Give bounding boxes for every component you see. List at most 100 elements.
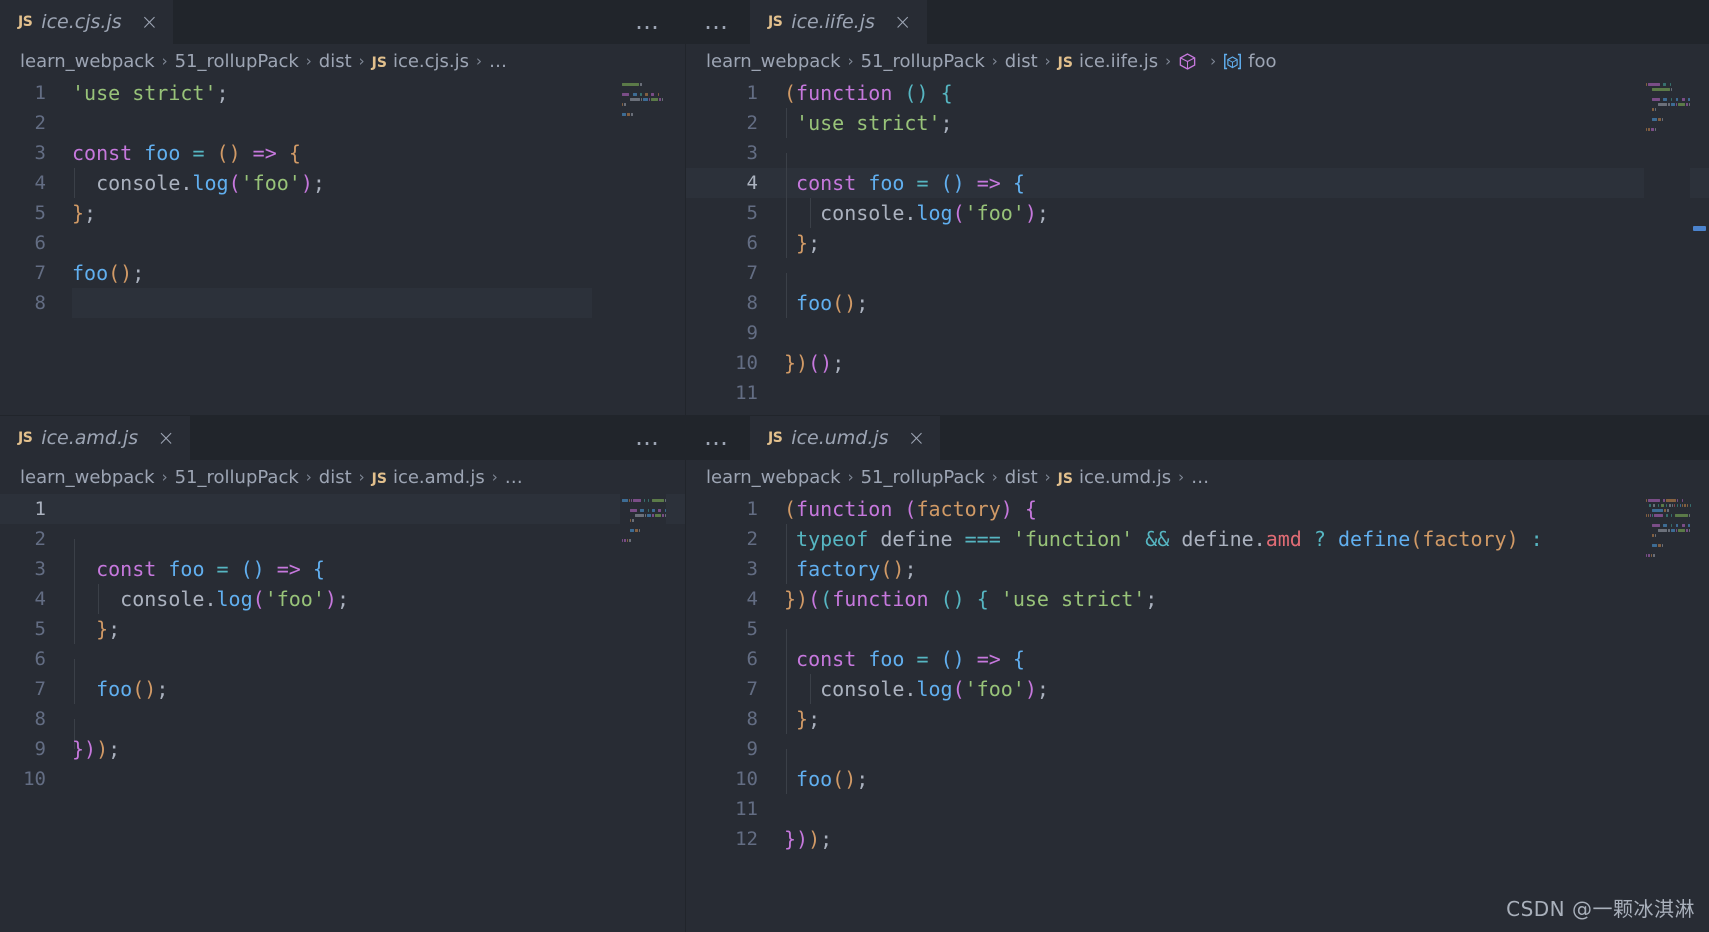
breadcrumb-item-folder[interactable]: 51_rollupPack <box>175 467 299 488</box>
editor-iife[interactable]: 1 (function () {2 'use strict'; 3 4 const f… <box>686 78 1709 415</box>
code-line[interactable]: 1 define((function () { 'use strict'; <box>0 494 685 524</box>
more-actions-icon[interactable]: … <box>686 0 750 44</box>
more-actions-icon[interactable]: … <box>686 416 750 460</box>
breadcrumb-item-more[interactable]: … <box>489 51 507 72</box>
code-line[interactable]: 2 <box>0 524 685 569</box>
code-line[interactable]: 8 <box>0 288 685 318</box>
code-token: ) <box>324 587 337 611</box>
code-line[interactable]: 6 <box>0 644 685 689</box>
code-line[interactable]: 5 }; <box>0 614 685 644</box>
vertical-scrollbar-cjs[interactable] <box>666 78 685 415</box>
line-number: 10 <box>735 768 758 790</box>
code-line[interactable]: 10 <box>0 764 685 794</box>
code-line[interactable]: 10 foo(); <box>686 764 1709 794</box>
breadcrumb-iife: learn_webpack › 51_rollupPack › dist › JS ice.i… <box>686 44 1709 78</box>
code-token: ; <box>820 827 833 851</box>
breadcrumb-item-folder[interactable]: learn_webpack <box>706 467 841 488</box>
breadcrumb-item-folder[interactable]: learn_webpack <box>706 51 841 72</box>
code-line[interactable]: 4 const foo = () => { <box>686 168 1709 198</box>
code-line[interactable]: 2 'use strict'; <box>686 108 1709 138</box>
code-line[interactable]: 7 console.log('foo'); <box>686 674 1709 704</box>
vertical-scrollbar-iife[interactable] <box>1690 78 1709 415</box>
breadcrumb-separator: › <box>991 468 998 486</box>
breadcrumb-item-folder[interactable]: dist <box>319 467 352 488</box>
code-token: console <box>96 171 181 195</box>
code-line[interactable]: 1 (function () { <box>686 78 1709 108</box>
tab-umd[interactable]: JS ice.umd.js × <box>750 416 941 460</box>
code-line[interactable]: 4 console.log('foo'); <box>0 168 685 198</box>
line-number: 3 <box>34 558 46 580</box>
code-line[interactable]: 7 foo(); <box>0 258 685 288</box>
breadcrumb-item-folder[interactable]: learn_webpack <box>20 467 155 488</box>
code-area: 1 (function (factory) {2 typeof define ==… <box>686 494 1709 854</box>
code-line[interactable]: 4})((function () { 'use strict'; <box>686 584 1709 614</box>
code-line[interactable]: 1 (function (factory) { <box>686 494 1709 524</box>
code-line[interactable]: 9})); <box>0 734 685 764</box>
code-line[interactable]: 2 typeof define === 'function' && define… <box>686 524 1709 554</box>
code-token: ) <box>796 587 809 611</box>
code-token: { <box>940 81 953 105</box>
code-line[interactable]: 7 foo(); <box>0 674 685 704</box>
code-line[interactable]: 11 <box>686 378 1709 408</box>
code-line[interactable]: 10})(); <box>686 348 1709 378</box>
breadcrumb-item-folder[interactable]: dist <box>1005 467 1038 488</box>
editor-cjs[interactable]: 1'use strict'; 2 3 const foo = () => {4 con… <box>0 78 685 415</box>
breadcrumb-item-folder[interactable]: 51_rollupPack <box>175 51 299 72</box>
tab-iife[interactable]: JS ice.iife.js × <box>750 0 927 44</box>
code-line[interactable]: 5 <box>686 614 1709 659</box>
tab-cjs[interactable]: JS ice.cjs.js × <box>0 0 174 44</box>
more-actions-icon[interactable]: … <box>635 416 685 460</box>
code-line[interactable]: 4 console.log('foo'); <box>0 584 685 614</box>
code-token: ) <box>96 737 109 761</box>
breadcrumb-label: learn_webpack <box>706 466 841 488</box>
code-line[interactable]: 9 <box>686 318 1709 348</box>
code-line[interactable]: 8 }; <box>686 704 1709 734</box>
breadcrumb-item-folder[interactable]: dist <box>1005 51 1038 72</box>
code-line[interactable]: 1 'use strict'; <box>0 78 685 108</box>
code-line[interactable]: 8 <box>0 704 685 749</box>
code-line[interactable]: 7 <box>686 258 1709 303</box>
close-icon[interactable]: × <box>141 11 159 33</box>
breadcrumb-item-file[interactable]: JS ice.umd.js <box>1058 467 1171 488</box>
close-icon[interactable]: × <box>894 11 912 33</box>
line-content: })((function () { 'use strict'; <box>784 584 1157 614</box>
code-line[interactable]: 3 factory(); <box>686 554 1709 584</box>
code-line[interactable]: 12})); <box>686 824 1709 854</box>
more-actions-icon[interactable]: … <box>635 0 685 44</box>
close-icon[interactable]: × <box>908 427 926 449</box>
code-line[interactable]: 6 }; <box>686 228 1709 258</box>
code-line[interactable]: 5 console.log('foo'); <box>686 198 1709 228</box>
breadcrumb-item-file[interactable]: JS ice.cjs.js <box>372 51 469 72</box>
code-line[interactable]: 11 <box>686 794 1709 824</box>
code-line[interactable]: 6 const foo = () => { <box>686 644 1709 674</box>
editor-umd[interactable]: 1 (function (factory) {2 typeof define ==… <box>686 494 1709 932</box>
code-line[interactable]: 8 foo(); <box>686 288 1709 318</box>
line-number: 9 <box>34 738 46 760</box>
tab-amd[interactable]: JS ice.amd.js × <box>0 416 190 460</box>
breadcrumb-item-variable[interactable]: foo <box>1223 51 1277 72</box>
vertical-scrollbar-umd[interactable] <box>1690 494 1709 932</box>
code-line[interactable]: 6 <box>0 228 685 258</box>
breadcrumb-item-more[interactable]: … <box>1191 467 1209 488</box>
close-icon[interactable]: × <box>157 427 175 449</box>
code-line[interactable]: 2 <box>0 108 685 138</box>
code-line[interactable]: 3 <box>686 138 1709 183</box>
code-line[interactable]: 3 const foo = () => { <box>0 554 685 584</box>
breadcrumb-item-file[interactable]: JS ice.amd.js <box>372 467 485 488</box>
vertical-scrollbar-amd[interactable] <box>666 494 685 932</box>
breadcrumb-item-function[interactable] <box>1178 51 1203 72</box>
breadcrumb-item-folder[interactable]: learn_webpack <box>20 51 155 72</box>
breadcrumb-item-folder[interactable]: 51_rollupPack <box>861 51 985 72</box>
code-line[interactable]: 3 const foo = () => { <box>0 138 685 168</box>
breadcrumb-item-file[interactable]: JS ice.iife.js <box>1058 51 1159 72</box>
code-line[interactable]: 9 <box>686 734 1709 779</box>
editor-amd[interactable]: 1 define((function () { 'use strict'; 2 3 c… <box>0 494 685 932</box>
breadcrumb-item-folder[interactable]: 51_rollupPack <box>861 467 985 488</box>
breadcrumb-item-folder[interactable]: dist <box>319 51 352 72</box>
code-line[interactable]: 5}; <box>0 198 685 228</box>
breadcrumb-item-more[interactable]: … <box>505 467 523 488</box>
